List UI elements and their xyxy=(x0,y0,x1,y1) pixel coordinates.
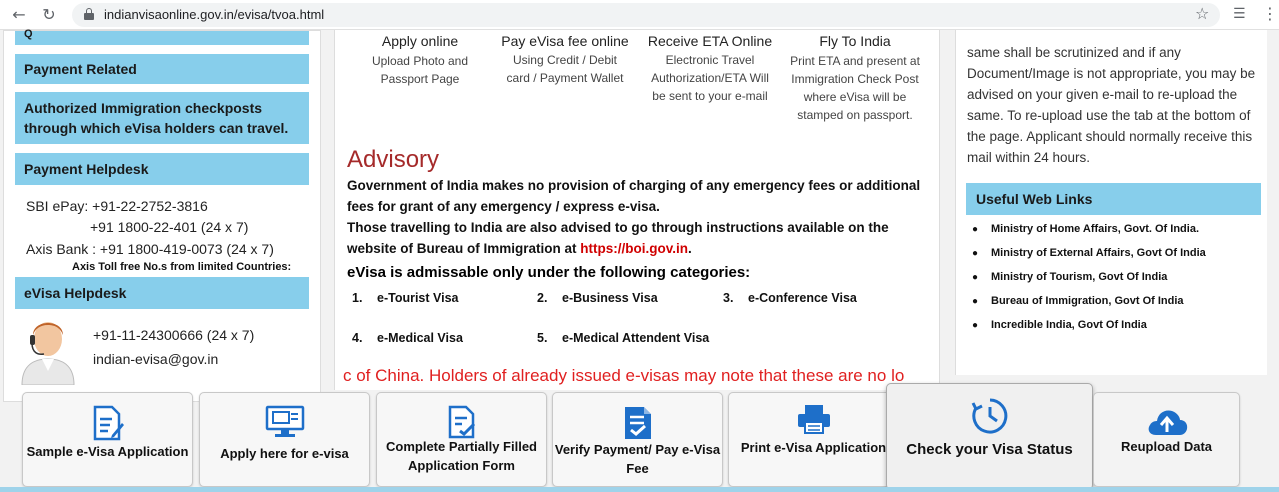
lock-icon xyxy=(84,8,94,20)
step-title: Apply online xyxy=(381,33,459,49)
sidebar-heading-payment-helpdesk: Payment Helpdesk xyxy=(15,153,309,185)
category-item: 5. e-Medical Attendent Visa xyxy=(537,331,710,345)
reupload-data-label: Reupload Data xyxy=(1120,439,1212,454)
browser-menu-icon[interactable]: ⋮ xyxy=(1262,4,1278,23)
print-evisa-button[interactable]: Print e-Visa Application xyxy=(728,392,899,487)
toll-free-note: Axis Toll free No.s from limited Countri… xyxy=(72,261,292,273)
evisa-helpdesk-phone: +91-11-24300666 (24 x 7) xyxy=(93,327,255,343)
bullet-icon: ● xyxy=(972,296,979,307)
clock-status-icon xyxy=(971,398,1007,434)
axis-bank-phone: Axis Bank : +91 1800-419-0073 (24 x 7) xyxy=(26,241,274,257)
apply-evisa-label: Apply here for e-visa xyxy=(220,446,349,461)
complete-form-label: Complete Partially Filled Application Fo… xyxy=(386,439,537,473)
step-receive-eta: Receive ETA Online Electronic Travel Aut… xyxy=(645,33,775,105)
footer-strip xyxy=(0,487,1279,492)
advisory-paragraph-boi: Those travelling to India are also advis… xyxy=(347,220,889,256)
web-link-mea[interactable]: ● Ministry of External Affairs, Govt Of I… xyxy=(972,247,1206,259)
complete-form-button[interactable]: Complete Partially Filled Application Fo… xyxy=(376,392,547,487)
back-icon[interactable]: ← xyxy=(8,4,30,26)
step-title: Fly To India xyxy=(819,33,891,49)
sbi-epay-phone: SBI ePay: +91-22-2752-3816 xyxy=(26,198,208,214)
reupload-data-button[interactable]: Reupload Data xyxy=(1093,392,1240,487)
cloud-upload-icon xyxy=(1148,410,1187,435)
payment-verify-icon xyxy=(624,407,651,439)
sample-evisa-button[interactable]: Sample e-Visa Application xyxy=(22,392,193,487)
sidebar-heading-payment-related[interactable]: Payment Related xyxy=(15,54,309,84)
document-edit-icon xyxy=(93,405,124,441)
step-pay-fee: Pay eVisa fee online Using Credit / Debi… xyxy=(500,33,630,87)
sidebar-heading-immigration-checkposts[interactable]: Authorized Immigration checkposts throug… xyxy=(15,92,309,144)
computer-monitor-icon xyxy=(265,405,304,437)
check-visa-status-label: Check your Visa Status xyxy=(906,441,1073,458)
bullet-icon: ● xyxy=(972,320,979,331)
step-description: Print ETA and present at Immigration Che… xyxy=(790,54,920,122)
advisory-paragraph: Government of India makes no provision o… xyxy=(347,178,921,214)
step-description: Electronic Travel Authorization/ETA Will… xyxy=(651,53,769,103)
step-apply-online: Apply online Upload Photo and Passport P… xyxy=(355,33,485,88)
category-item: 4. e-Medical Visa xyxy=(352,331,463,345)
web-link-mha[interactable]: ● Ministry of Home Affairs, Govt. Of Indi… xyxy=(972,223,1199,235)
bullet-icon: ● xyxy=(972,272,979,283)
reupload-info-text: same shall be scrutinized and if any Doc… xyxy=(967,45,1256,165)
web-link-tourism[interactable]: ● Ministry of Tourism, Govt Of India xyxy=(972,271,1167,283)
left-sidebar: Q Payment Related Authorized Immigration… xyxy=(3,28,321,402)
main-content: Apply online Upload Photo and Passport P… xyxy=(334,30,940,390)
browser-toolbar: ← ↻ indianvisaonline.gov.in/evisa/tvoa.h… xyxy=(0,0,1279,30)
step-title: Receive ETA Online xyxy=(647,33,773,49)
reload-icon[interactable]: ↻ xyxy=(38,4,60,26)
scrolling-notice: c of China. Holders of already issued e-… xyxy=(343,366,905,385)
check-visa-status-button[interactable]: Check your Visa Status xyxy=(886,383,1093,490)
category-item: 2. e-Business Visa xyxy=(537,291,658,305)
web-link-boi[interactable]: ● Bureau of Immigration, Govt Of India xyxy=(972,295,1184,307)
address-bar[interactable]: indianvisaonline.gov.in/evisa/tvoa.html xyxy=(72,3,1220,27)
right-sidebar: same shall be scrutinized and if any Doc… xyxy=(955,30,1267,375)
step-description: Using Credit / Debit card / Payment Wall… xyxy=(506,53,624,85)
sbi-epay-tollfree: +91 1800-22-401 (24 x 7) xyxy=(90,219,249,235)
sidebar-heading-evisa-helpdesk: eVisa Helpdesk xyxy=(15,277,309,309)
form-check-icon xyxy=(448,405,475,439)
media-control-icon[interactable]: ☰ xyxy=(1233,6,1246,22)
step-description: Upload Photo and Passport Page xyxy=(371,54,469,86)
sidebar-heading-partial[interactable]: Q xyxy=(15,28,309,45)
apply-evisa-button[interactable]: Apply here for e-visa xyxy=(199,392,370,487)
step-fly-to-india: Fly To India Print ETA and present at Im… xyxy=(790,33,920,124)
evisa-helpdesk-email[interactable]: indian-evisa@gov.in xyxy=(93,351,218,367)
bullet-icon: ● xyxy=(972,248,979,259)
categories-title: eVisa is admissable only under the follo… xyxy=(347,264,751,281)
url-text[interactable]: indianvisaonline.gov.in/evisa/tvoa.html xyxy=(104,7,324,22)
bullet-icon: ● xyxy=(972,224,979,235)
printer-icon xyxy=(797,405,830,434)
verify-payment-label: Verify Payment/ Pay e-Visa Fee xyxy=(554,442,721,476)
verify-payment-button[interactable]: Verify Payment/ Pay e-Visa Fee xyxy=(552,392,723,487)
sample-evisa-label: Sample e-Visa Application xyxy=(26,444,189,459)
boi-link[interactable]: https://boi.gov.in xyxy=(580,241,688,256)
advisory-title: Advisory xyxy=(347,146,440,173)
category-item: 3. e-Conference Visa xyxy=(723,291,857,305)
print-evisa-label: Print e-Visa Application xyxy=(740,440,887,455)
useful-links-heading: Useful Web Links xyxy=(966,183,1261,215)
support-agent-icon xyxy=(21,322,75,385)
bookmark-star-icon[interactable]: ☆ xyxy=(1195,4,1209,23)
step-title: Pay eVisa fee online xyxy=(501,33,629,49)
category-item: 1. e-Tourist Visa xyxy=(352,291,459,305)
web-link-incredible-india[interactable]: ● Incredible India, Govt Of India xyxy=(972,319,1147,331)
